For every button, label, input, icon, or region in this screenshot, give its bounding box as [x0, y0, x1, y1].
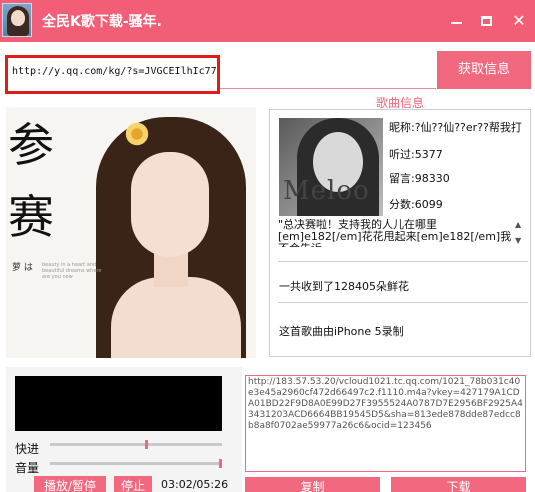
score-text: 分数:6099: [389, 198, 443, 211]
close-icon[interactable]: ✕: [508, 10, 530, 32]
download-url-textarea[interactable]: http://183.57.53.20/vcloud1021.tc.qq.com…: [245, 375, 526, 472]
time-display: 03:02/05:26: [161, 478, 229, 491]
forward-slider[interactable]: [50, 440, 222, 449]
poster-fine-text: beauty in a heart and beautiful dreams w…: [42, 262, 102, 280]
poster-small-text: 萝 は: [12, 263, 33, 273]
volume-slider[interactable]: [50, 459, 222, 468]
fetch-info-button[interactable]: 获取信息: [437, 51, 531, 89]
message-count-text: 留言:98330: [389, 172, 450, 185]
flower-icon: [124, 121, 150, 147]
volume-label: 音量: [15, 461, 40, 475]
poster-char-2: 赛: [8, 190, 54, 244]
device-text: 这首歌曲由iPhone 5录制: [279, 325, 404, 338]
title-bar: 全民K歌下载-骚年. ✕: [0, 0, 535, 42]
flowers-count-text: 一共收到了128405朵鲜花: [279, 280, 409, 293]
scroll-down-icon[interactable]: ▼: [515, 236, 521, 245]
url-input-underline: [220, 88, 436, 89]
forward-slider-thumb[interactable]: [145, 440, 148, 449]
stop-button[interactable]: 停止: [114, 476, 152, 492]
comment-text[interactable]: "总决赛啦！支持我的人儿在哪里[em]e182[/em]花花甩起来[em]e18…: [278, 219, 513, 247]
divider: [278, 302, 528, 303]
scroll-up-icon[interactable]: ▲: [515, 220, 521, 229]
app-avatar-icon: [2, 3, 32, 37]
video-display: [15, 376, 222, 431]
maximize-icon[interactable]: [476, 10, 498, 32]
forward-label: 快进: [15, 442, 40, 456]
copy-button[interactable]: 复制: [245, 477, 380, 492]
avatar-text: Meloo: [283, 176, 370, 206]
download-button[interactable]: 下载: [391, 477, 526, 492]
url-input-value: http://y.qq.com/kg/?s=JVGCEIlhIc77: [12, 66, 217, 77]
minimize-icon[interactable]: [446, 10, 468, 32]
divider: [278, 261, 528, 262]
song-poster-image: 参 赛 萝 は beauty in a heart and beautiful …: [6, 107, 256, 358]
url-input[interactable]: http://y.qq.com/kg/?s=JVGCEIlhIc77: [5, 55, 220, 94]
user-avatar: Meloo: [279, 118, 383, 216]
nickname-text: 昵称:?仙??仙??er??帮我打: [389, 121, 522, 134]
window-title: 全民K歌下载-骚年.: [42, 14, 162, 30]
listen-count-text: 听过:5377: [389, 148, 443, 161]
poster-char-1: 参: [8, 118, 54, 172]
play-pause-button[interactable]: 播放/暂停: [34, 476, 106, 492]
volume-slider-thumb[interactable]: [219, 459, 222, 468]
